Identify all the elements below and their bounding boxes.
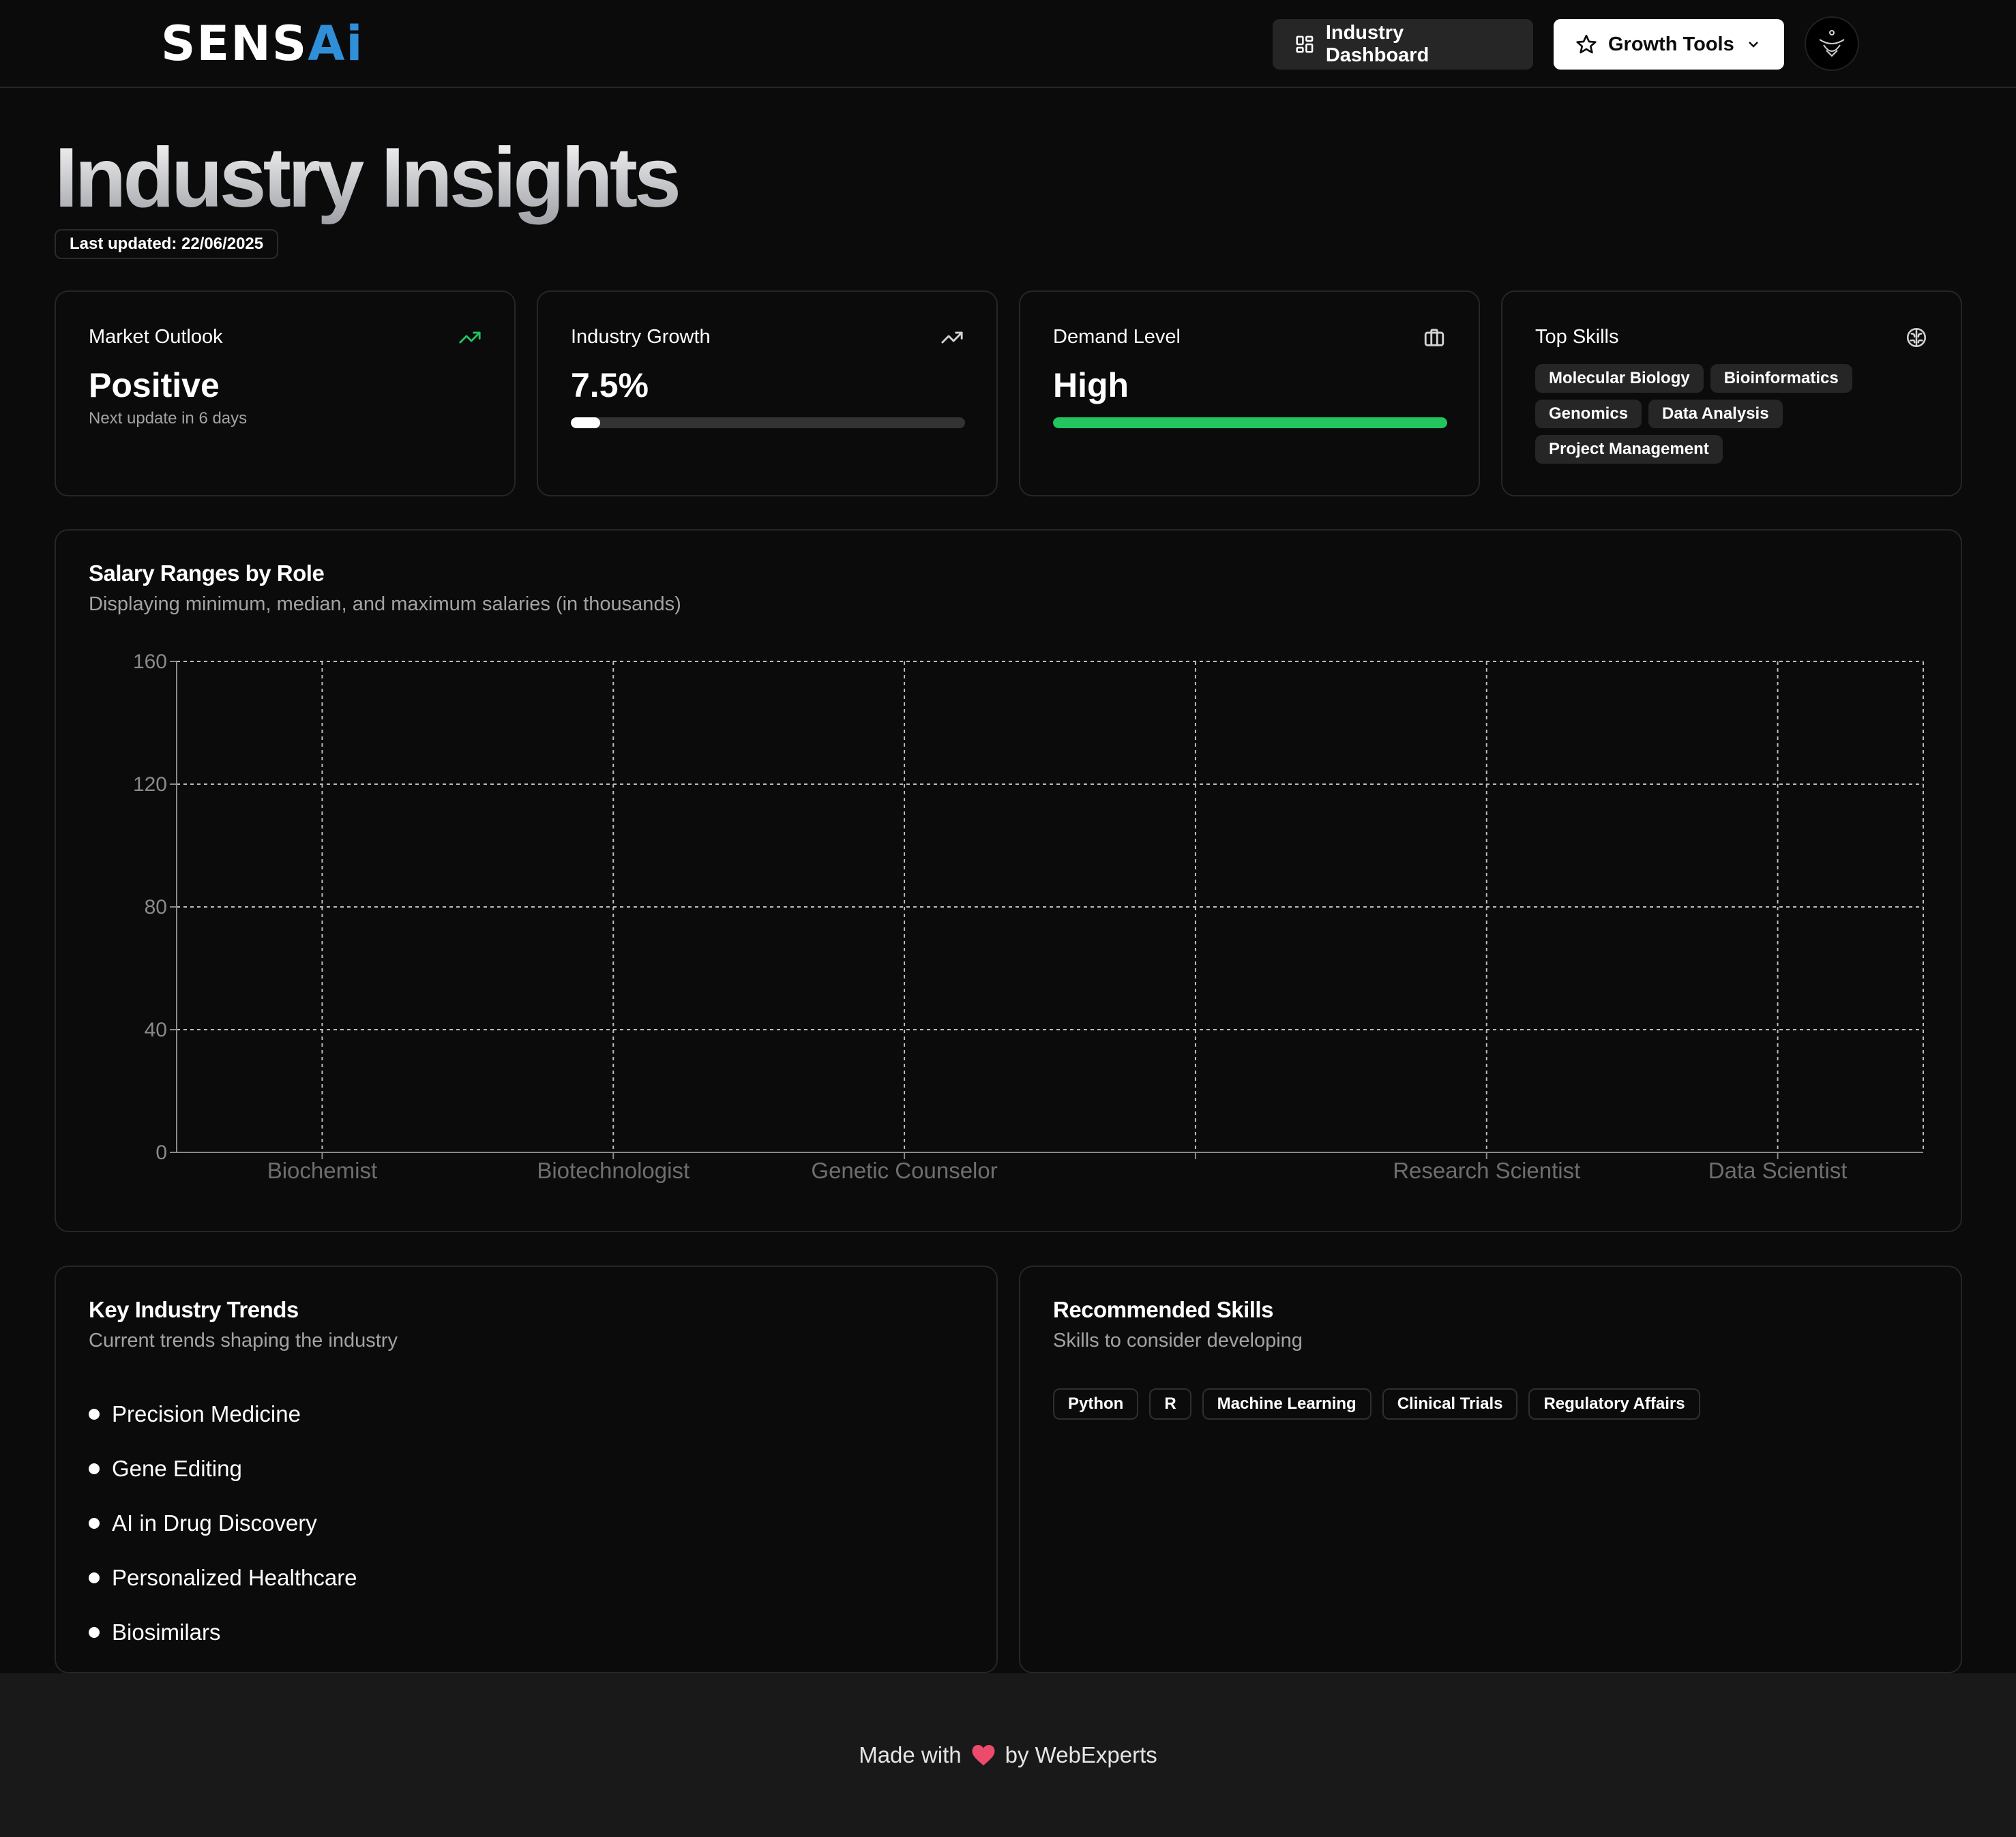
chart-x-tick-label: Research Scientist: [1393, 1158, 1580, 1183]
trend-label: Personalized Healthcare: [112, 1565, 357, 1590]
chart-x-tick-label: Genetic Counselor: [811, 1158, 997, 1183]
market-outlook-value: Positive: [89, 366, 220, 404]
top-skill-chip: Genomics: [1535, 400, 1642, 428]
bullet-icon: [89, 1409, 100, 1420]
trend-item: Personalized Healthcare: [89, 1551, 357, 1605]
top-skill-chip: Data Analysis: [1648, 400, 1783, 428]
chart-y-tick-label: 80: [145, 896, 167, 918]
top-skill-chip: Project Management: [1535, 435, 1723, 464]
chart-x-tick-label: Biochemist: [267, 1158, 377, 1183]
recommended-skills-title: Recommended Skills: [1053, 1297, 1273, 1322]
top-skill-chip: Bioinformatics: [1710, 364, 1852, 393]
next-update-text: Next update in 6 days: [89, 409, 248, 428]
industry-growth-label: Industry Growth: [571, 326, 711, 348]
key-trends-card: Key Industry Trends Current trends shapi…: [55, 1266, 998, 1673]
last-updated-badge: Last updated: 22/06/2025: [55, 229, 279, 259]
demand-level-progress-fill: [1053, 417, 1447, 428]
demand-level-label: Demand Level: [1053, 326, 1181, 348]
trend-list: Precision Medicine Gene Editing AI in Drug…: [89, 1387, 357, 1660]
top-navbar: SENS Ai Industry Dashboard Growth Tools: [0, 0, 2016, 88]
salary-chart-card: Salary Ranges by Role Displaying minimum…: [55, 529, 1962, 1232]
chart-y-tick-label: 120: [133, 773, 167, 796]
industry-dashboard-label: Industry Dashboard: [1325, 22, 1429, 66]
trend-item: AI in Drug Discovery: [89, 1496, 357, 1551]
recommended-skill-chip: Clinical Trials: [1382, 1388, 1518, 1420]
top-skills-list: Molecular Biology Bioinformatics Genomics D…: [1535, 364, 1931, 464]
chart-y-tick-label: 40: [145, 1019, 167, 1041]
industry-growth-card: Industry Growth 7.5%: [537, 290, 998, 496]
key-trends-title: Key Industry Trends: [89, 1297, 299, 1322]
salary-range-chart: 0 40 80 120 160 Biochemist Biotechnologist Gene…: [133, 651, 1924, 1183]
footer-made-with: Made with: [859, 1742, 962, 1767]
chart-x-tick-label: Data Scientist: [1708, 1158, 1848, 1183]
recommended-skill-chip: Python: [1053, 1388, 1139, 1420]
trending-up-icon: [459, 331, 481, 344]
trend-item: Precision Medicine: [89, 1387, 357, 1442]
footer: Made with by WebExperts: [0, 1673, 2016, 1837]
growth-tools-dropdown[interactable]: Growth Tools: [1554, 19, 1784, 70]
growth-tools-label: Growth Tools: [1608, 33, 1734, 55]
industry-growth-value: 7.5%: [571, 366, 649, 404]
trending-up-icon: [941, 331, 963, 344]
top-skills-label: Top Skills: [1535, 326, 1619, 348]
industry-growth-progress: [571, 417, 965, 428]
avatar-mask-icon: [1819, 30, 1845, 57]
trend-label: Gene Editing: [112, 1456, 242, 1481]
trend-label: Biosimilars: [112, 1619, 221, 1645]
industry-dashboard-button[interactable]: Industry Dashboard: [1273, 19, 1533, 70]
heart-icon: [972, 1745, 995, 1765]
market-outlook-label: Market Outlook: [89, 326, 223, 348]
recommended-skills-card: Recommended Skills Skills to consider de…: [1019, 1266, 1962, 1673]
trend-label: AI in Drug Discovery: [112, 1510, 317, 1536]
top-skill-chip: Molecular Biology: [1535, 364, 1704, 393]
bullet-icon: [89, 1572, 100, 1583]
bullet-icon: [89, 1518, 100, 1529]
recommended-skill-chip: Regulatory Affairs: [1528, 1388, 1700, 1420]
recommended-skills-subtitle: Skills to consider developing: [1053, 1330, 1303, 1351]
chevron-down-icon: [1748, 42, 1758, 48]
user-avatar[interactable]: [1805, 16, 1859, 71]
demand-level-value: High: [1053, 366, 1129, 404]
bullet-icon: [89, 1627, 100, 1638]
layout-dashboard-icon: [1296, 35, 1314, 53]
page-title: Industry Insights: [55, 127, 681, 229]
market-outlook-card: Market Outlook Positive Next update in 6…: [55, 290, 516, 496]
trend-item: Biosimilars: [89, 1605, 357, 1660]
chart-y-tick-label: 160: [133, 651, 167, 673]
top-skills-card: Top Skills Molecular Biology Bioinformati…: [1501, 290, 1962, 496]
demand-level-progress: [1053, 417, 1447, 428]
brain-icon: [1906, 327, 1927, 348]
bullet-icon: [89, 1463, 100, 1474]
briefcase-icon: [1424, 329, 1444, 346]
chart-y-tick-label: 0: [155, 1141, 167, 1164]
recommended-skill-chip: R: [1149, 1388, 1191, 1420]
trend-label: Precision Medicine: [112, 1401, 301, 1427]
trend-item: Gene Editing: [89, 1442, 357, 1496]
footer-by-webexperts: by WebExperts: [1005, 1742, 1157, 1767]
recommended-skill-chip: Machine Learning: [1202, 1388, 1372, 1420]
industry-growth-progress-fill: [571, 417, 601, 428]
chart-x-tick-label: Biotechnologist: [537, 1158, 690, 1183]
demand-level-card: Demand Level High: [1019, 290, 1480, 496]
sensai-logo[interactable]: SENS Ai: [161, 15, 364, 72]
key-trends-subtitle: Current trends shaping the industry: [89, 1330, 398, 1351]
recommended-skills-list: Python R Machine Learning Clinical Trials Re…: [1053, 1388, 1700, 1420]
star-icon: [1576, 35, 1597, 54]
